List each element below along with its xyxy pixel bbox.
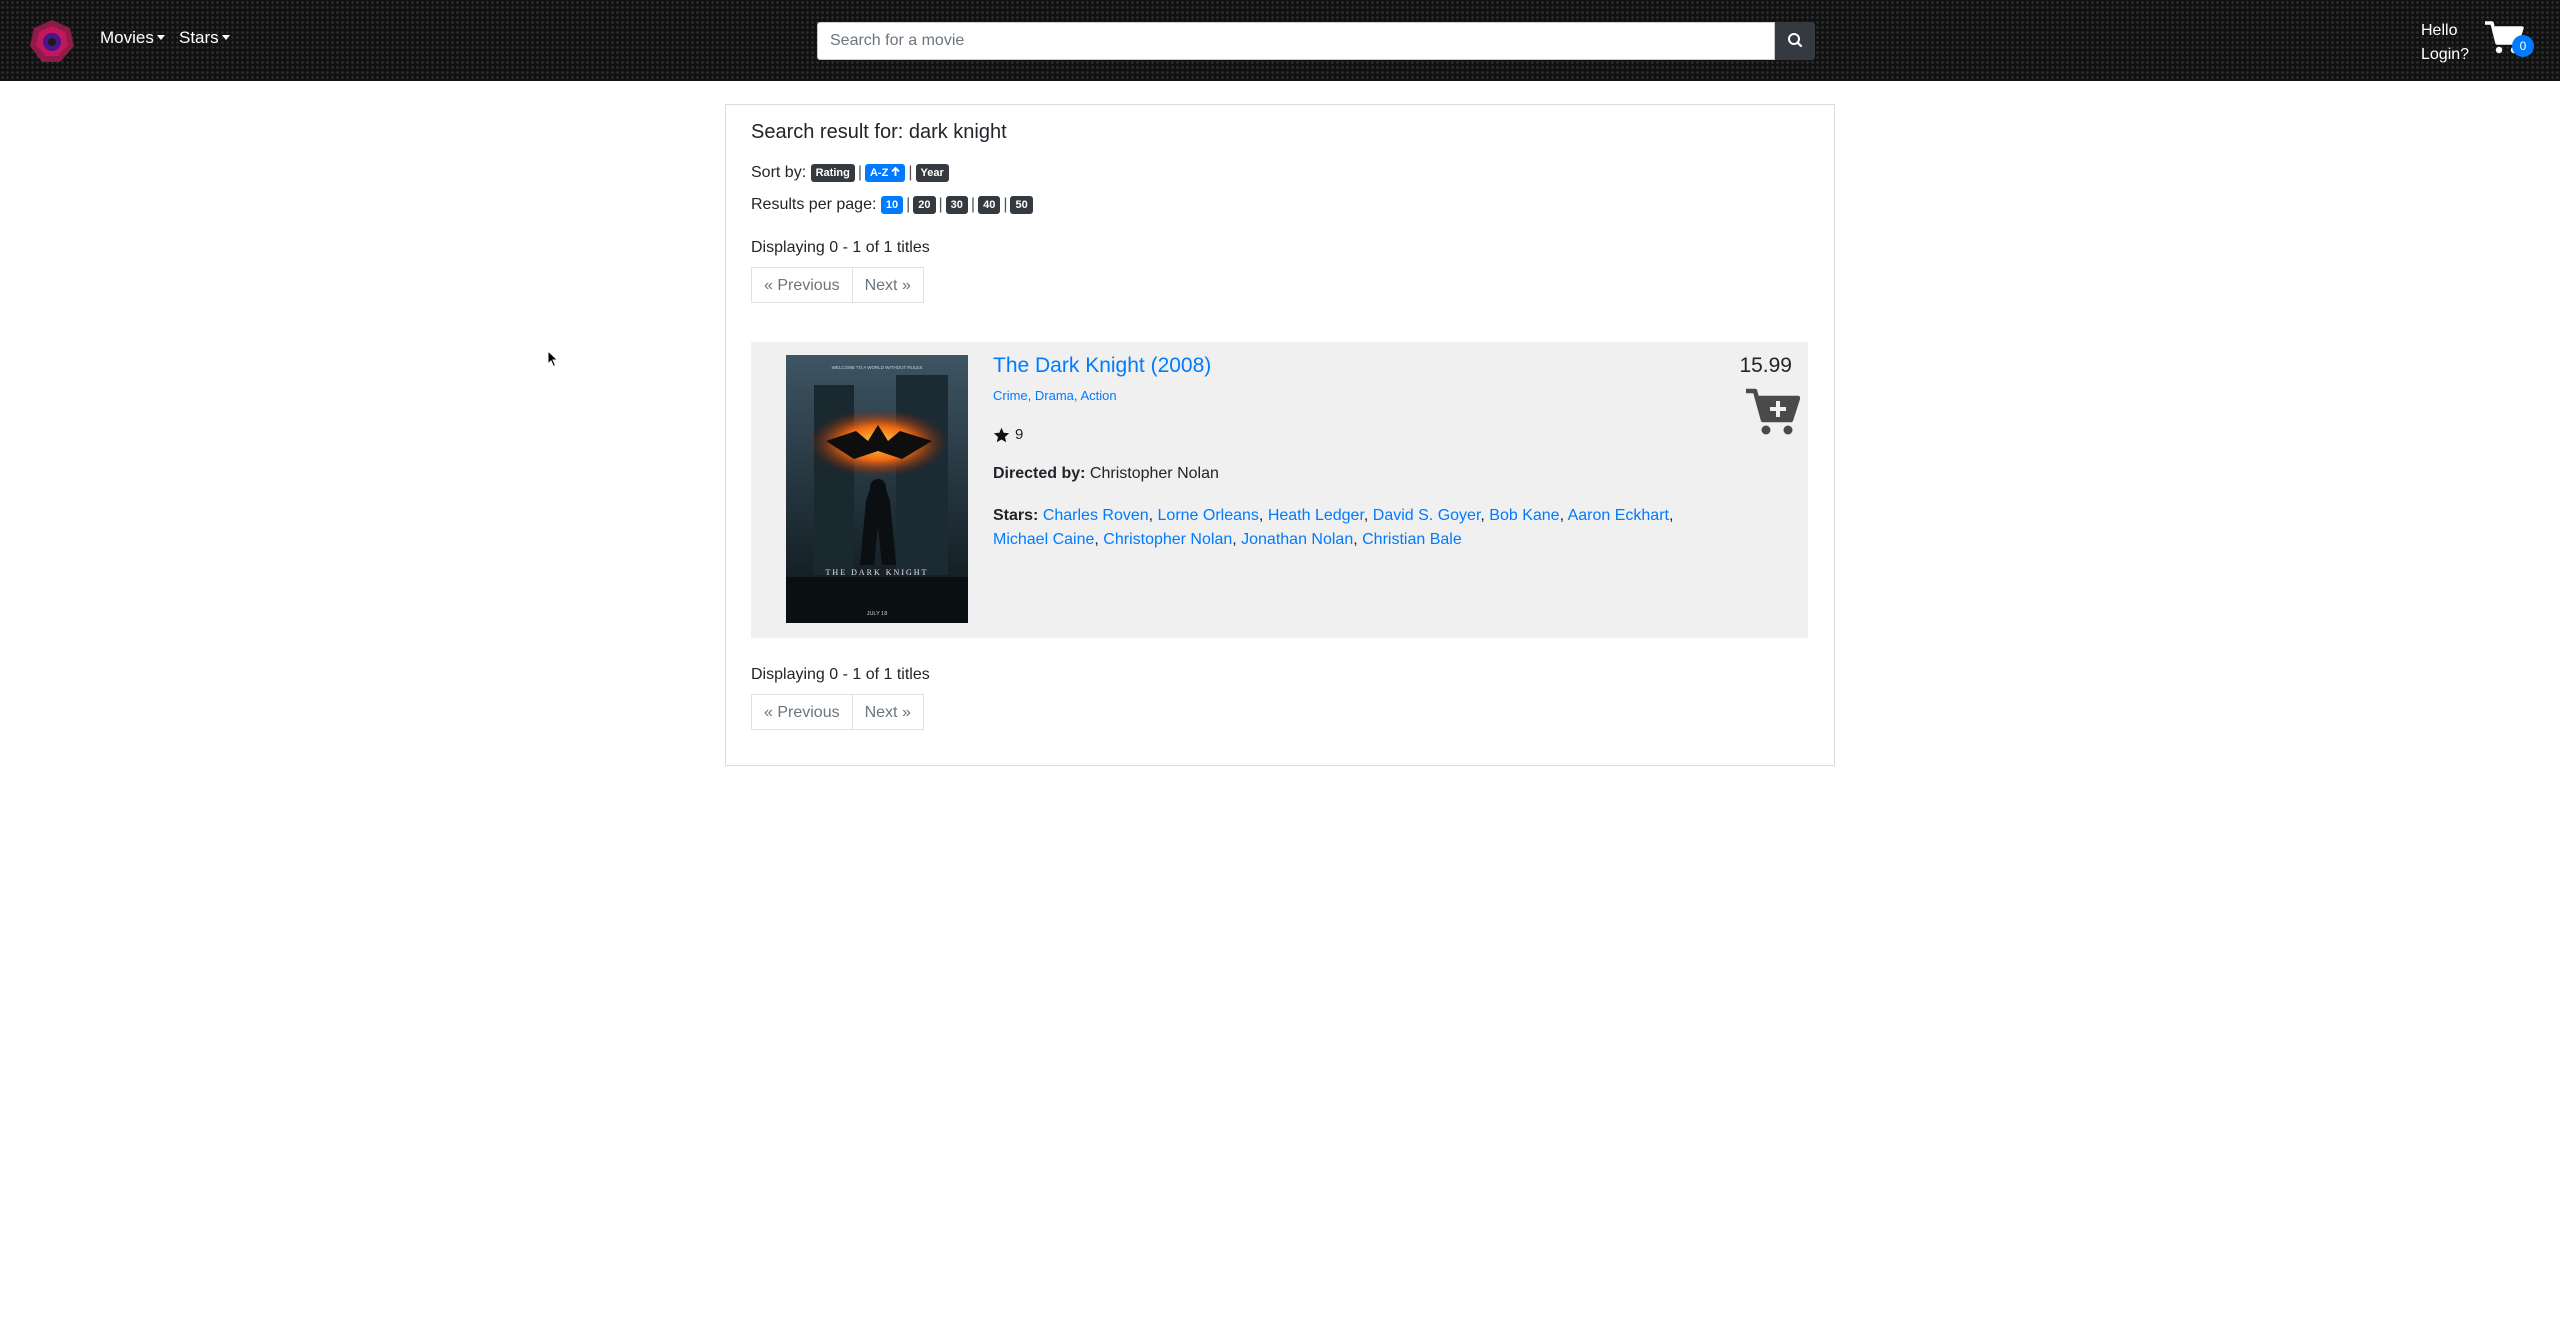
movie-rating: 9 [993,426,1023,443]
svg-text:JULY 18: JULY 18 [867,611,888,617]
previous-page-button[interactable]: « Previous [751,694,853,730]
director-line: Directed by: Christopher Nolan [993,465,1219,482]
star-link[interactable]: Michael Caine [993,531,1094,548]
site-logo-icon[interactable] [28,18,76,64]
genre-link-crime[interactable]: Crime [993,388,1028,403]
search-results-panel: Search result for: dark knight Sort by: … [725,104,1835,766]
svg-text:WELCOME TO A WORLD WITHOUT RUL: WELCOME TO A WORLD WITHOUT RULES [832,365,923,370]
search-icon [1788,33,1803,48]
top-navbar: Movies Stars Hello Login? 0 [0,0,2560,81]
user-greeting: Hello Login? [2421,19,2469,67]
caret-down-icon [156,35,165,40]
mouse-cursor-icon [547,350,559,368]
star-link[interactable]: Bob Kane [1489,507,1559,524]
previous-page-button[interactable]: « Previous [751,267,853,303]
search-button[interactable] [1775,22,1815,60]
sort-controls: Sort by: Rating | A-Z | Year [751,164,949,182]
star-link[interactable]: Charles Roven [1043,507,1149,524]
arrow-up-icon [891,166,901,176]
pagination-top: « Previous Next » [751,267,924,303]
next-page-button[interactable]: Next » [852,267,924,303]
per-page-30-button[interactable]: 30 [945,196,968,214]
movie-title-link[interactable]: The Dark Knight (2008) [993,354,1211,378]
genre-link-action[interactable]: Action [1080,388,1116,403]
star-link[interactable]: Jonathan Nolan [1241,531,1353,548]
pagination-bottom: « Previous Next » [751,694,924,730]
movie-price: 15.99 [1739,354,1792,377]
sort-az-button[interactable]: A-Z [864,164,906,182]
movie-result-card: WELCOME TO A WORLD WITHOUT RULES THE DAR… [751,342,1808,638]
results-count-bottom: Displaying 0 - 1 of 1 titles [751,666,930,683]
stars-dropdown[interactable]: Stars [179,28,230,48]
movie-poster-image[interactable]: WELCOME TO A WORLD WITHOUT RULES THE DAR… [786,355,968,623]
per-page-20-button[interactable]: 20 [913,196,936,214]
caret-down-icon [221,35,230,40]
add-to-cart-icon[interactable] [1744,386,1800,438]
star-icon [993,427,1010,442]
movies-dropdown[interactable]: Movies [100,28,165,48]
search-input[interactable] [817,22,1775,60]
results-count-top: Displaying 0 - 1 of 1 titles [751,239,930,256]
genre-list: Crime, Drama, Action [993,388,1117,403]
next-page-button[interactable]: Next » [852,694,924,730]
sort-year-button[interactable]: Year [915,164,949,182]
per-page-10-button[interactable]: 10 [880,196,904,214]
search-bar [817,22,1815,60]
star-link[interactable]: Lorne Orleans [1158,507,1259,524]
login-link[interactable]: Login? [2421,43,2469,67]
star-link[interactable]: Aaron Eckhart [1568,507,1669,524]
star-link[interactable]: Christopher Nolan [1103,531,1232,548]
svg-text:THE DARK KNIGHT: THE DARK KNIGHT [826,568,929,577]
per-page-40-button[interactable]: 40 [978,196,1001,214]
per-page-50-button[interactable]: 50 [1010,196,1033,214]
star-link[interactable]: Christian Bale [1362,531,1462,548]
director-name: Christopher Nolan [1089,465,1219,482]
per-page-controls: Results per page: 10 | 20 | 30 | 40 | 50 [751,196,1033,214]
stars-list: Stars: Charles Roven, Lorne Orleans, Hea… [993,507,1674,548]
cart-count-badge: 0 [2512,35,2534,57]
page-title: Search result for: dark knight [751,121,1007,143]
genre-link-drama[interactable]: Drama [1035,388,1074,403]
sort-rating-button[interactable]: Rating [810,164,855,182]
star-link[interactable]: David S. Goyer [1373,507,1481,524]
star-link[interactable]: Heath Ledger [1268,507,1364,524]
